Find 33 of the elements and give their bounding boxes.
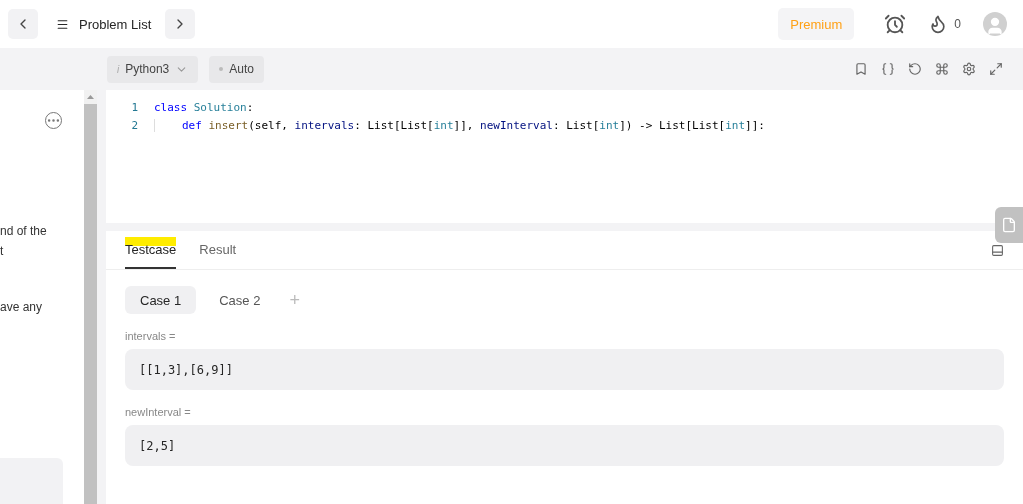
file-icon — [1001, 217, 1017, 233]
expand-icon[interactable] — [989, 62, 1003, 76]
description-text: ave any — [0, 299, 44, 316]
case-tab[interactable]: Case 1 — [125, 286, 197, 314]
description-text: nd of the — [0, 223, 48, 240]
input-label: intervals = — [125, 330, 177, 342]
bookmark-icon[interactable] — [854, 62, 868, 76]
alarm-clock-icon[interactable] — [884, 13, 907, 35]
code-line: class Solution: — [154, 100, 254, 114]
command-icon[interactable] — [935, 62, 949, 76]
input-field[interactable]: [2,5] — [125, 425, 1004, 466]
description-text: t — [0, 243, 5, 260]
back-button[interactable] — [8, 9, 38, 39]
scroll-up-icon[interactable] — [87, 95, 94, 99]
code-editor[interactable]: 1 class Solution: 2 def insert(self, intervals: List[List[int]], newInterval: List[int]) -> List[List[int]]: — [106, 90, 1023, 223]
input-label: newInterval = — [125, 406, 192, 418]
scrollbar[interactable] — [84, 90, 97, 504]
forward-button[interactable] — [165, 9, 196, 39]
reset-icon[interactable] — [908, 62, 922, 76]
code-line: def insert(self, intervals: List[List[int]], newInterval: List[int]) -> List[List[int]]: — [154, 118, 765, 132]
problem-list-link[interactable]: Problem List — [56, 16, 152, 32]
panel-tab[interactable]: Result — [199, 231, 237, 269]
language-select[interactable]: i Python3 — [107, 55, 199, 83]
auto-button[interactable]: Auto — [209, 55, 264, 83]
streak-button[interactable]: 0 — [928, 14, 961, 34]
case-tab[interactable]: Case 2 — [204, 286, 276, 314]
input-field[interactable]: [[1,3],[6,9]] — [125, 349, 1004, 390]
line-number: 1 — [130, 100, 139, 114]
menu-icon — [56, 17, 69, 31]
braces-icon[interactable] — [881, 62, 895, 76]
settings-icon[interactable] — [962, 62, 976, 76]
layout-icon[interactable] — [991, 243, 1004, 257]
line-number: 2 — [130, 118, 139, 132]
